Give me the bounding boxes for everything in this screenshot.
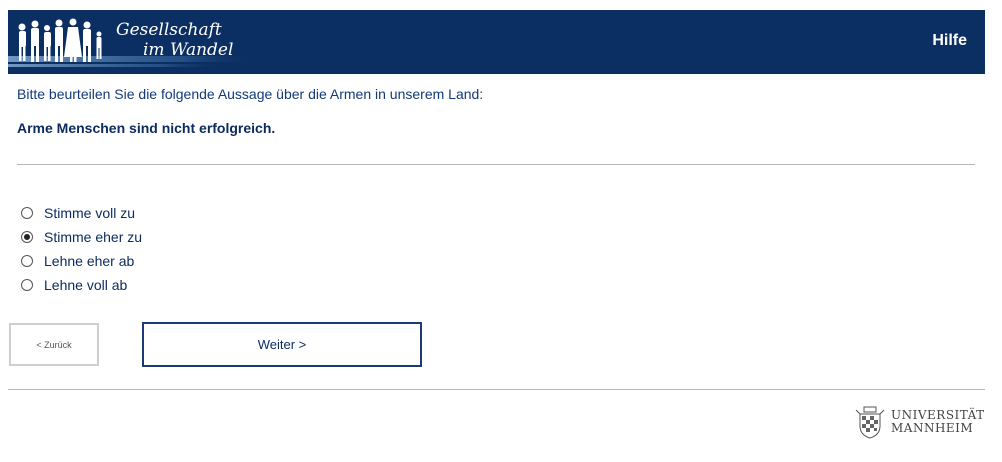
university-crest-icon xyxy=(855,406,885,439)
divider xyxy=(17,164,975,165)
radio-button-selected[interactable] xyxy=(21,231,33,243)
question-statement: Arme Menschen sind nicht erfolgreich. xyxy=(17,120,276,136)
divider xyxy=(8,389,985,390)
question-intro: Bitte beurteilen Sie die folgende Aussag… xyxy=(17,86,484,102)
radio-button[interactable] xyxy=(21,207,33,219)
back-button[interactable]: < Zurück xyxy=(9,323,99,366)
option-label[interactable]: Lehne eher ab xyxy=(44,253,134,269)
survey-logo-text: Gesellschaft im Wandel xyxy=(116,20,233,60)
radio-button[interactable] xyxy=(21,255,33,267)
option-lehne-eher-ab[interactable]: Lehne eher ab xyxy=(21,249,142,273)
option-label[interactable]: Lehne voll ab xyxy=(44,277,127,293)
survey-header: Gesellschaft im Wandel Hilfe xyxy=(8,10,985,74)
answer-options: Stimme voll zu Stimme eher zu Lehne eher… xyxy=(21,201,142,297)
radio-button[interactable] xyxy=(21,279,33,291)
university-logo: UNIVERSITÄT MANNHEIM xyxy=(853,404,988,440)
university-name-line2: MANNHEIM xyxy=(891,421,974,435)
next-button[interactable]: Weiter > xyxy=(142,322,422,367)
option-lehne-voll-ab[interactable]: Lehne voll ab xyxy=(21,273,142,297)
option-stimme-eher-zu[interactable]: Stimme eher zu xyxy=(21,225,142,249)
logo-line2: im Wandel xyxy=(143,40,234,60)
help-link[interactable]: Hilfe xyxy=(932,32,967,50)
option-label[interactable]: Stimme voll zu xyxy=(44,205,135,221)
option-label[interactable]: Stimme eher zu xyxy=(44,229,142,245)
logo-line1: Gesellschaft xyxy=(116,20,222,40)
option-stimme-voll-zu[interactable]: Stimme voll zu xyxy=(21,201,142,225)
university-name: UNIVERSITÄT MANNHEIM xyxy=(891,409,985,435)
